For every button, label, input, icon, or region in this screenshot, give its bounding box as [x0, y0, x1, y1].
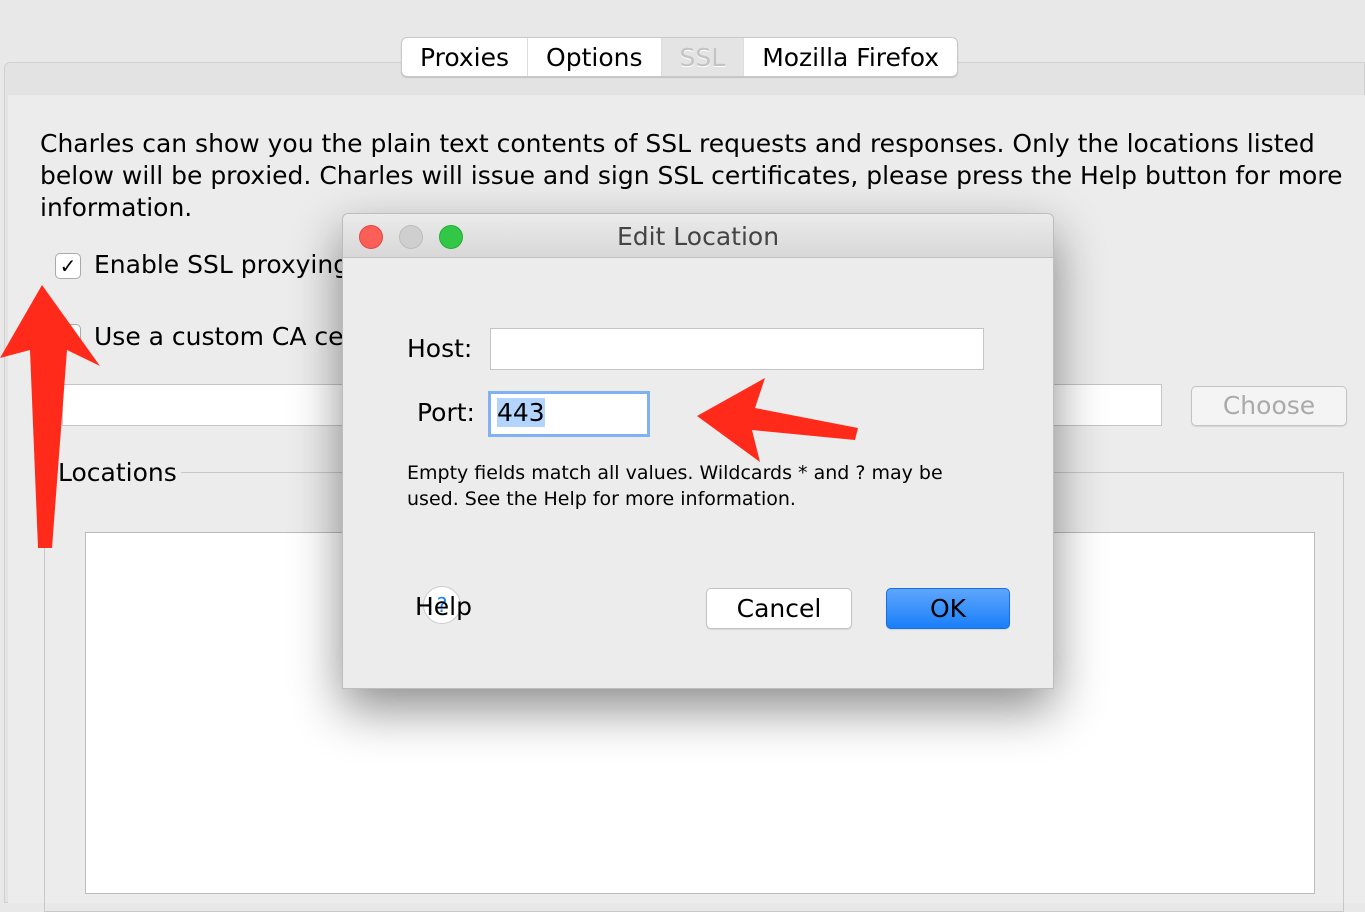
annotation-arrows [0, 285, 858, 548]
red-arrow-up-icon [0, 285, 100, 548]
red-arrow-left-icon [697, 378, 858, 462]
